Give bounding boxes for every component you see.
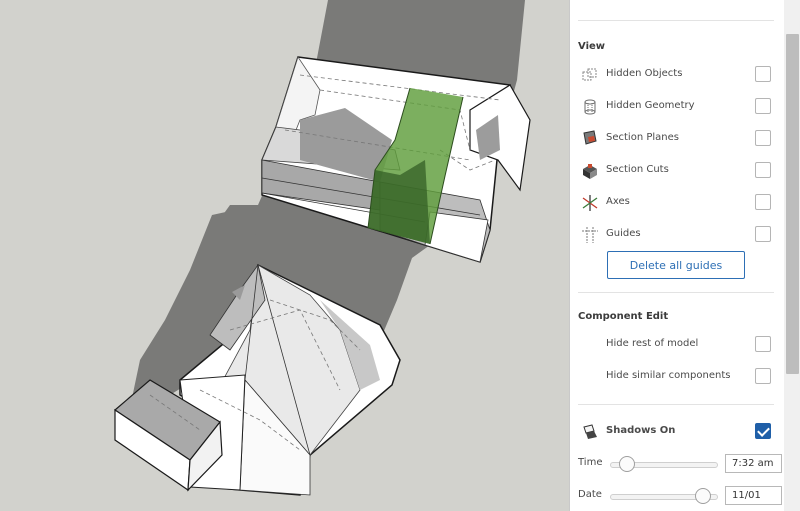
guides-icon <box>580 225 600 245</box>
divider <box>578 292 774 293</box>
guides-checkbox[interactable] <box>755 226 771 242</box>
delete-all-guides-button[interactable]: Delete all guides <box>607 251 745 279</box>
date-slider-thumb[interactable] <box>694 488 711 504</box>
shadows-on-label: Shadows On <box>606 425 676 436</box>
divider <box>578 404 774 405</box>
date-label: Date <box>578 489 602 500</box>
hide-similar-components-label: Hide similar components <box>606 370 731 381</box>
time-slider-row: Time 7:32 am <box>578 452 788 476</box>
default-tray-panel: View Hidden Objects Hidden Geometry Sect… <box>569 0 800 511</box>
hidden-geometry-label: Hidden Geometry <box>606 100 695 111</box>
hidden-objects-label: Hidden Objects <box>606 68 683 79</box>
component-edit-section-title: Component Edit <box>578 311 669 322</box>
guides-label: Guides <box>606 228 641 239</box>
hidden-objects-icon <box>580 65 600 85</box>
section-planes-label: Section Planes <box>606 132 679 143</box>
view-row-section-planes[interactable]: Section Planes <box>578 127 774 151</box>
view-row-guides[interactable]: Guides <box>578 223 774 247</box>
section-cuts-checkbox[interactable] <box>755 162 771 178</box>
time-label: Time <box>578 457 603 468</box>
view-row-hidden-geometry[interactable]: Hidden Geometry <box>578 95 774 119</box>
date-input[interactable]: 11/01 <box>725 486 782 505</box>
time-slider-thumb[interactable] <box>619 456 636 472</box>
section-planes-icon <box>580 129 600 149</box>
hidden-objects-checkbox[interactable] <box>755 66 771 82</box>
axes-label: Axes <box>606 196 630 207</box>
date-slider-row: Date 11/01 <box>578 484 788 508</box>
component-row-hide-rest[interactable]: Hide rest of model <box>578 333 774 357</box>
shadows-on-checkbox[interactable] <box>755 423 771 439</box>
axes-checkbox[interactable] <box>755 194 771 210</box>
hidden-geometry-icon <box>580 97 600 117</box>
component-row-hide-similar[interactable]: Hide similar components <box>578 365 774 389</box>
view-row-hidden-objects[interactable]: Hidden Objects <box>578 63 774 87</box>
divider <box>578 20 774 21</box>
3d-viewport[interactable] <box>0 0 569 511</box>
view-section-title: View <box>578 41 606 52</box>
hide-rest-of-model-checkbox[interactable] <box>755 336 771 352</box>
time-input[interactable]: 7:32 am <box>725 454 782 473</box>
view-row-section-cuts[interactable]: Section Cuts <box>578 159 774 183</box>
hide-rest-of-model-label: Hide rest of model <box>606 338 699 349</box>
section-planes-checkbox[interactable] <box>755 130 771 146</box>
hide-similar-components-checkbox[interactable] <box>755 368 771 384</box>
hidden-geometry-checkbox[interactable] <box>755 98 771 114</box>
shadows-row[interactable]: Shadows On <box>578 420 774 444</box>
model-scene[interactable] <box>0 0 569 511</box>
section-cuts-icon <box>580 161 600 181</box>
shadows-icon <box>580 422 600 442</box>
view-row-axes[interactable]: Axes <box>578 191 774 215</box>
section-cuts-label: Section Cuts <box>606 164 669 175</box>
panel-scrollbar-thumb[interactable] <box>786 34 799 374</box>
axes-icon <box>580 193 600 213</box>
